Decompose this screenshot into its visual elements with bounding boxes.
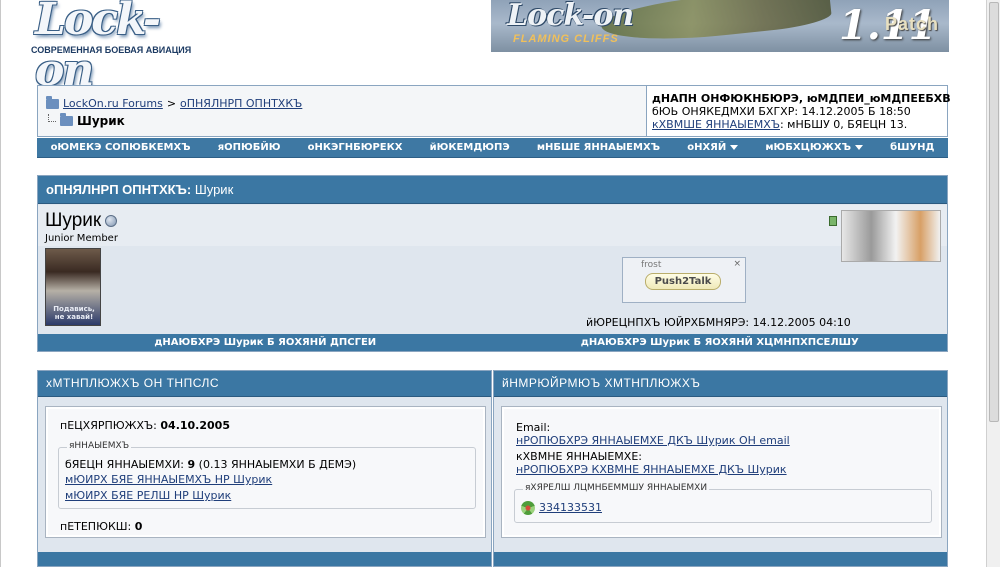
profile-actions-bar: дНАЮБХРЭ Шурик Б ЯОХЯНЙ ДПСГЕИ дНАЮБХРЭ …	[38, 334, 947, 351]
push2talk-name: frost	[641, 260, 662, 270]
private-messages-info: : мНБШУ 0, БЯЕЦН 13.	[779, 118, 908, 131]
banner-patch: Patch	[885, 14, 940, 34]
profile-header-prefix: оПНЯЛНРП ОПНТХКЪ:	[46, 182, 192, 197]
forum-home-link[interactable]: LockOn.ru Forums	[63, 97, 163, 110]
folder-icon	[60, 113, 73, 126]
profile-block: оПНЯЛНРП ОПНТХКЪ: Шурик Шурик Junior Mem…	[37, 175, 948, 352]
main-menu: оЮМЕКЭ СОПЮБКЕМХЪ яОПЮБЙЮ оНКЭГНБЮРЕКХ й…	[37, 138, 948, 158]
menu-new-posts[interactable]: мНБШЕ ЯННАЫЕМХЪ	[537, 142, 660, 153]
referrals-row: пЕТЕПЮКШ: 0	[60, 520, 142, 533]
offline-status-icon	[105, 214, 118, 227]
menu-user-cp[interactable]: оЮМЕКЭ СОПЮБКЕМХЪ	[51, 142, 191, 153]
avatar: Подавись, не хавай!	[45, 248, 101, 326]
menu-label: оНКЭГНБЮРЕКХ	[307, 142, 403, 153]
page-title: Шурик	[77, 114, 125, 128]
header-banner[interactable]: Lock-on FLAMING CLIFFS 1.11 Patch	[491, 0, 949, 52]
add-buddy-link[interactable]: дНАЮБХРЭ Шурик Б ЯОХЯНЙ ДПСГЕИ	[38, 334, 493, 351]
logo-subtitle: СОВРЕМЕННАЯ БОЕВАЯ АВИАЦИЯ	[31, 45, 192, 55]
join-date-row: пЕЦХЯРПЮЖХЪ: 04.10.2005	[60, 419, 230, 432]
avatar-caption: Подавись, не хавай!	[53, 305, 95, 321]
total-posts-value: 9	[187, 458, 196, 471]
contact-info-title: йНМРЮЙРМЮЪ ХМТНПЛЮЖХЪ	[494, 371, 947, 397]
menu-calendar[interactable]: йЮКЕМДЮПЭ	[430, 142, 510, 153]
scrollbar-thumb[interactable]	[989, 2, 999, 422]
total-posts-row: бЯЕЦН ЯННАЫЕМХИ: 9 (0.13 ЯННАЫЕМХИ Б ДЕМ…	[65, 458, 356, 471]
username: Шурик	[45, 210, 118, 232]
icq-flower-icon	[521, 501, 535, 515]
profile-name-row: Шурик Junior Member	[38, 205, 947, 262]
banner-subtitle: FLAMING CLIFFS	[513, 33, 619, 45]
profile-header: оПНЯЛНРП ОПНТХКЪ: Шурик	[38, 176, 947, 204]
contact-info-content: Email: нРОПЮБХРЭ ЯННАЫЕМХЕ ДКЪ Шурик ОН …	[501, 406, 942, 538]
chevron-down-icon	[854, 144, 863, 150]
menu-navigation[interactable]: мЮБХЦЮЖХЪ	[765, 142, 863, 153]
menu-label: бШУНД	[890, 142, 935, 153]
site-logo[interactable]: Lock-on СОВРЕМЕННАЯ БОЕВАЯ АВИАЦИЯ	[29, 0, 199, 96]
posts-fieldset: яННАЫЕМХЪ бЯЕЦН ЯННАЫЕМХИ: 9 (0.13 ЯННАЫ…	[58, 441, 476, 509]
username-text: Шурик	[45, 210, 102, 231]
email-link[interactable]: нРОПЮБХРЭ ЯННАЫЕМХЕ ДКЪ Шурик ОН email	[516, 434, 790, 447]
profile-header-name: Шурик	[194, 182, 234, 197]
vertical-scrollbar[interactable]	[986, 0, 1000, 567]
menu-search[interactable]: оНХЯЙ	[687, 142, 739, 153]
find-threads-link[interactable]: мЮИРХ БЯЕ РЕЛШ НР Шурик	[65, 489, 231, 502]
last-activity: йЮРЕЦНПХЪ ЮЙРХБМНЯРЭ: 14.12.2005 04:10	[586, 316, 851, 329]
find-posts-link[interactable]: мЮИРХ БЯЕ ЯННАЫЕМХЪ НР Шурик	[65, 473, 272, 486]
add-ignore-link[interactable]: дНАЮБХРЭ Шурик Б ЯОХЯНЙ ХЦМНПХПСЕЛШУ	[493, 334, 948, 351]
email-label: Email:	[516, 421, 551, 434]
menu-label: оНХЯЙ	[687, 142, 727, 153]
profile-picture[interactable]	[841, 210, 941, 262]
menu-members[interactable]: оНКЭГНБЮРЕКХ	[308, 142, 403, 153]
close-icon[interactable]: ×	[733, 259, 741, 269]
contact-info-panel: йНМРЮЙРМЮЪ ХМТНПЛЮЖХЪ Email: нРОПЮБХРЭ Я…	[493, 370, 948, 567]
welcome-greeting: дНАПН ОНФЮКНБЮРЭ, юМДПЕИ_юМДПЕЕБХВ	[652, 92, 951, 105]
browser-page: Lock-on СОВРЕМЕННАЯ БОЕВАЯ АВИАЦИЯ Lock-…	[0, 0, 986, 567]
im-fieldset: яХЯРЕЛШ ЛЦМНБЕММШУ ЯННАЫЕМХИ 334133531	[514, 483, 932, 523]
im-legend: яХЯРЕЛШ ЛЦМНБЕММШУ ЯННАЫЕМХИ	[523, 483, 710, 493]
last-visit: бЮЬ ОНЯКЕДМХИ БХГХР: 14.12.2005 Б 18:50	[652, 105, 911, 118]
menu-label: мЮБХЦЮЖХЪ	[765, 142, 851, 153]
aircraft-image	[599, 0, 833, 48]
forum-home-icon[interactable]	[46, 95, 59, 109]
forum-info-title: хМТНПЛЮЖХЪ ОН ТНПСЛС	[38, 371, 491, 397]
posts-per-day: (0.13 ЯННАЫЕМХИ Б ДЕМЭ)	[198, 458, 357, 471]
menu-label: мНБШЕ ЯННАЫЕМХЪ	[536, 142, 661, 153]
push2talk-button[interactable]: Push2Talk	[645, 273, 721, 290]
user-title: Junior Member	[45, 233, 118, 244]
menu-label: йЮКЕМДЮПЭ	[429, 142, 510, 153]
push2talk-widget: frost × Push2Talk	[622, 257, 746, 303]
tree-branch-icon	[48, 114, 56, 122]
section-link[interactable]: оПНЯЛНРП ОПНТХКЪ	[180, 97, 302, 110]
private-messages-link[interactable]: кХВМШЕ ЯННАЫЕМХЪ	[652, 118, 780, 131]
chevron-down-icon	[730, 144, 739, 150]
pm-link[interactable]: нРОПЮБХРЭ КХВМНЕ ЯННАЫЕМХЕ ДКЪ Шурик	[516, 463, 787, 476]
panel-footer	[38, 552, 491, 566]
breadcrumb-current-row: Шурик	[48, 113, 125, 128]
welcome-panel: дНАПН ОНФЮКНБЮРЭ, юМДПЕИ_юМДПЕЕБХВ бЮЬ О…	[646, 86, 951, 136]
panel-footer	[494, 552, 947, 566]
menu-faq[interactable]: яОПЮБЙЮ	[218, 142, 281, 153]
menu-label: оЮМЕКЭ СОПЮБКЕМХЪ	[50, 142, 191, 153]
icq-row: 334133531	[521, 501, 602, 515]
menu-logout[interactable]: бШУНД	[890, 142, 934, 153]
breadcrumb: LockOn.ru Forums > оПНЯЛНРП ОПНТХКЪ	[46, 95, 302, 110]
forum-info-panel: хМТНПЛЮЖХЪ ОН ТНПСЛС пЕЦХЯРПЮЖХЪ: 04.10.…	[37, 370, 492, 567]
join-date-label: пЕЦХЯРПЮЖХЪ:	[60, 419, 157, 432]
referrals-label: пЕТЕПЮКШ:	[60, 520, 132, 533]
reputation-icon	[829, 216, 837, 226]
icq-number-link[interactable]: 334133531	[539, 501, 602, 514]
forum-info-content: пЕЦХЯРПЮЖХЪ: 04.10.2005 яННАЫЕМХЪ бЯЕЦН …	[45, 406, 486, 538]
total-posts-label: бЯЕЦН ЯННАЫЕМХИ:	[65, 458, 185, 471]
join-date-value: 04.10.2005	[160, 419, 230, 432]
banner-title: Lock-on	[507, 0, 634, 33]
posts-legend: яННАЫЕМХЪ	[67, 441, 132, 451]
pm-label: кХВМНЕ ЯННАЫЕМХЕ:	[516, 450, 642, 463]
referrals-value: 0	[134, 520, 143, 533]
navbar: LockOn.ru Forums > оПНЯЛНРП ОПНТХКЪ Шури…	[37, 85, 951, 137]
menu-label: яОПЮБЙЮ	[217, 142, 281, 153]
breadcrumb-separator: >	[166, 97, 177, 110]
